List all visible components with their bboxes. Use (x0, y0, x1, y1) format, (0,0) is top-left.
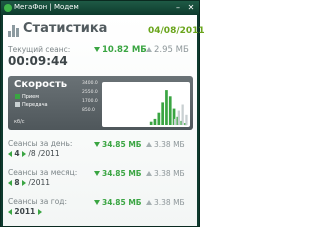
month-next-button[interactable] (22, 180, 26, 186)
upload-legend-label: Передача (22, 102, 48, 108)
download-speed-bar (168, 96, 172, 125)
day-next-button[interactable] (22, 151, 26, 157)
page-date: 04/08/2011 (148, 26, 205, 36)
year-downloaded: 34.85 МБ (102, 198, 142, 207)
current-downloaded: 10.82 МБ (102, 45, 147, 55)
download-speed-bar (149, 121, 153, 125)
download-arrow-icon (94, 47, 100, 52)
year-stepper: 2011 (8, 207, 42, 216)
bar-chart-icon (8, 25, 20, 37)
y-tick-label: 850.0 (82, 108, 95, 113)
speed-unit: кб/с (14, 119, 25, 125)
day-value: 4 (14, 149, 20, 158)
current-session-label: Текущий сеанс: (8, 45, 71, 54)
month-prev-button[interactable] (8, 180, 12, 186)
speed-graph (102, 82, 190, 127)
statistics-panel: Статистика 04/08/2011 Текущий сеанс: 00:… (3, 15, 205, 226)
download-arrow-icon (94, 171, 100, 176)
title-bar[interactable]: МегаФон | Модем – ✕ (1, 1, 199, 14)
upload-legend-swatch (15, 102, 20, 107)
year-sessions-label: Сеансы за год: (8, 197, 67, 206)
close-button[interactable]: ✕ (185, 3, 197, 12)
month-downloaded: 34.85 МБ (102, 169, 142, 178)
upload-arrow-icon (146, 47, 152, 52)
year-value: 2011 (14, 207, 36, 216)
month-suffix: /2011 (28, 178, 51, 187)
day-stepper: 4 /8 /2011 (8, 149, 60, 158)
speed-title: Скорость (14, 79, 68, 90)
y-tick-label: 2550.0 (82, 90, 98, 95)
current-uploaded: 2.95 МБ (154, 45, 189, 55)
year-next-button[interactable] (37, 209, 42, 215)
download-arrow-icon (94, 200, 100, 205)
day-downloaded: 34.85 МБ (102, 140, 142, 149)
year-prev-button[interactable] (8, 209, 12, 215)
minimize-button[interactable]: – (172, 3, 184, 12)
y-tick-label: 1700.0 (82, 99, 98, 104)
day-suffix: /8 /2011 (28, 149, 60, 158)
upload-arrow-icon (146, 171, 152, 176)
download-legend-swatch (15, 94, 20, 99)
month-stepper: 8 /2011 (8, 178, 50, 187)
day-prev-button[interactable] (8, 151, 12, 157)
day-sessions-label: Сеансы за день: (8, 139, 73, 148)
day-uploaded: 3.38 МБ (154, 140, 185, 149)
upload-speed-bar (185, 114, 188, 126)
download-legend-label: Прием (22, 94, 40, 100)
y-tick-label: 3400.0 (82, 81, 98, 86)
month-value: 8 (14, 178, 20, 187)
page-title: Статистика (23, 21, 108, 36)
app-window: МегаФон | Модем – ✕ Статистика 04/08/201… (0, 0, 205, 227)
upload-speed-bar (173, 118, 177, 125)
download-speed-bar (161, 102, 164, 125)
download-speed-bar (153, 118, 157, 125)
speed-panel: Скорость Прием Передача кб/с 3400.0 2550… (8, 76, 193, 130)
window-title: МегаФон | Модем (14, 3, 79, 11)
upload-speed-bar (181, 104, 184, 125)
download-arrow-icon (94, 142, 100, 147)
upload-arrow-icon (146, 200, 152, 205)
year-uploaded: 3.38 МБ (154, 198, 185, 207)
month-uploaded: 3.38 МБ (154, 169, 185, 178)
upload-arrow-icon (146, 142, 152, 147)
upload-speed-bar (177, 110, 180, 125)
current-session-time: 00:09:44 (8, 54, 68, 68)
download-speed-bar (157, 112, 161, 125)
month-sessions-label: Сеансы за месяц: (8, 168, 78, 177)
download-speed-bar (165, 90, 168, 125)
megafon-logo-icon (4, 4, 12, 12)
